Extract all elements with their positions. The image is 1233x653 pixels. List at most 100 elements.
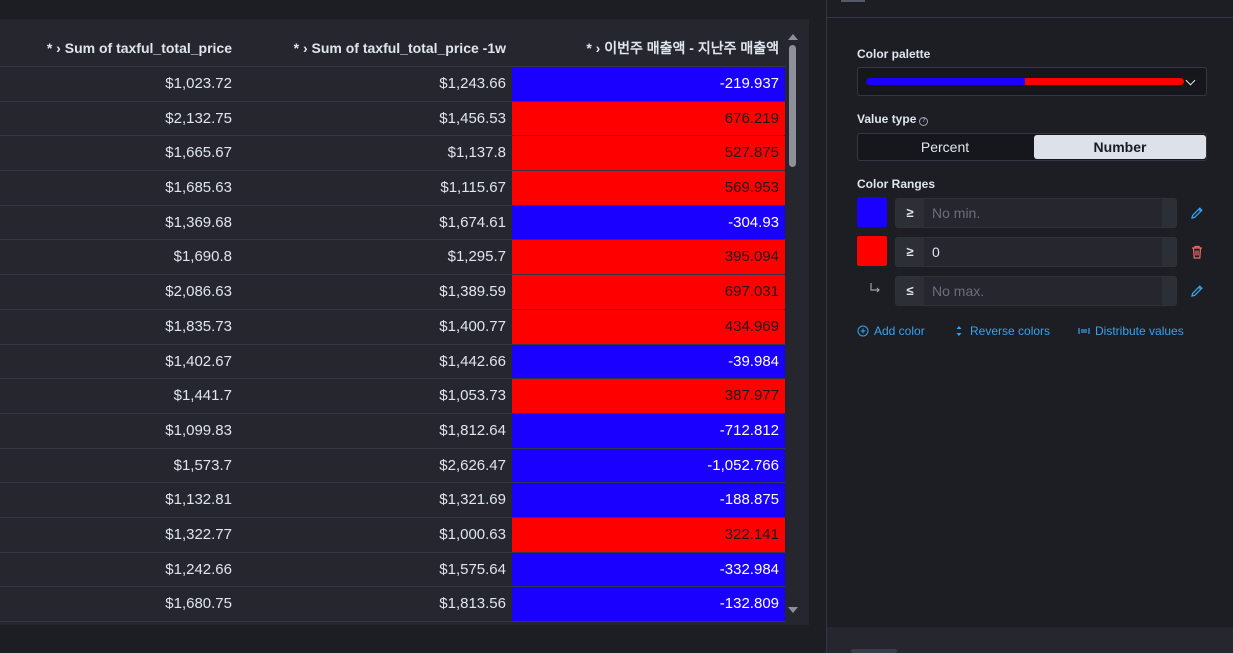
- cell-sum-price-1w: $1,137.8: [447, 144, 506, 162]
- cell-sum-price-1w: $1,115.67: [440, 179, 506, 197]
- table-row: $2,132.75 $1,456.53 676.219: [0, 101, 785, 137]
- cell-sum-price: $1,680.75: [165, 595, 232, 613]
- cell-sum-price-1w: $1,812.64: [439, 421, 506, 439]
- cell-sum-price-1w: $1,442.66: [439, 352, 506, 370]
- cell-sum-price: $1,242.66: [165, 560, 232, 578]
- table-body: $1,023.72 $1,243.66 -219.937 $2,132.75 $1,45…: [0, 67, 785, 622]
- value-type-label: Value type: [857, 112, 917, 126]
- distribute-values-label: Distribute values: [1095, 324, 1184, 338]
- plus-circle-icon: [857, 325, 869, 337]
- cell-sum-price: $1,573.7: [173, 456, 232, 474]
- cell-sum-price: $1,441.7: [173, 387, 232, 405]
- cell-sales-diff: 527.875: [512, 136, 785, 171]
- cell-sales-diff: -219.937: [512, 67, 785, 101]
- range-value-2[interactable]: 0: [932, 238, 940, 266]
- table-header-row: * › Sum of taxful_total_price * › Sum of…: [0, 31, 785, 67]
- range-operator-3: ≤: [896, 277, 924, 305]
- data-table-panel: * › Sum of taxful_total_price * › Sum of…: [0, 19, 809, 625]
- table-row: $1,835.73 $1,400.77 434.969: [0, 309, 785, 345]
- cell-sum-price: $2,132.75: [165, 109, 232, 127]
- scroll-thumb[interactable]: [789, 45, 796, 167]
- range-value-3[interactable]: No max.: [932, 277, 984, 305]
- cell-sum-price: $1,690.8: [173, 248, 232, 266]
- pencil-icon[interactable]: [1189, 205, 1205, 221]
- table-row: $1,680.75 $1,813.56 -132.809: [0, 587, 785, 622]
- scroll-up-arrow-icon[interactable]: [788, 34, 798, 40]
- cell-sum-price: $2,086.63: [165, 283, 232, 301]
- sort-arrows-icon: [956, 326, 962, 336]
- cell-sales-diff: -188.875: [512, 483, 785, 517]
- color-settings-panel: Color palette Value type? Percent Number…: [826, 0, 1233, 653]
- cell-sum-price-1w: $1,456.53: [439, 109, 506, 127]
- reverse-colors-label: Reverse colors: [970, 324, 1051, 338]
- table-row: $1,132.81 $1,321.69 -188.875: [0, 483, 785, 518]
- add-color-button[interactable]: Add color: [857, 324, 925, 338]
- cell-sum-price: $1,835.73: [165, 317, 232, 335]
- value-type-label-wrap: Value type?: [857, 112, 929, 126]
- cell-sum-price-1w: $1,400.77: [439, 317, 506, 335]
- cell-sales-diff: 434.969: [512, 309, 785, 344]
- table-row: $1,402.67 $1,442.66 -39.984: [0, 344, 785, 380]
- cell-sum-price: $1,685.63: [165, 179, 232, 197]
- cell-sum-price-1w: $1,295.7: [447, 248, 506, 266]
- table-row: $1,369.68 $1,674.61 -304.93: [0, 205, 785, 241]
- cell-sales-diff: -1,052.766: [512, 448, 785, 483]
- cell-sum-price: $1,132.81: [165, 491, 232, 509]
- range-min-input-1[interactable]: ≥ No min.: [895, 198, 1177, 228]
- reverse-colors-button[interactable]: Reverse colors: [953, 324, 1050, 338]
- scroll-down-arrow-icon[interactable]: [788, 607, 798, 613]
- cell-sum-price: $1,023.72: [165, 75, 232, 92]
- range-operator-1: ≥: [896, 199, 924, 227]
- range-max-input[interactable]: ≤ No max.: [895, 276, 1177, 306]
- trash-icon[interactable]: [1189, 244, 1205, 260]
- cell-sum-price-1w: $1,321.69: [439, 491, 506, 509]
- range-value-1[interactable]: No min.: [932, 199, 980, 227]
- help-icon[interactable]: ?: [919, 117, 929, 126]
- color-ranges-label: Color Ranges: [857, 177, 936, 191]
- distribute-values-button[interactable]: Distribute values: [1078, 324, 1184, 338]
- panel-bottom-strip: [827, 627, 1233, 653]
- cell-sales-diff: 697.031: [512, 275, 785, 309]
- table-row: $1,685.63 $1,115.67 569.953: [0, 171, 785, 206]
- cell-sum-price-1w: $1,243.66: [439, 75, 506, 92]
- table-row: $1,099.83 $1,812.64 -712.812: [0, 413, 785, 449]
- cell-sales-diff: -332.984: [512, 552, 785, 587]
- table-row: $1,322.77 $1,000.63 322.141: [0, 517, 785, 553]
- cell-sales-diff: 569.953: [512, 171, 785, 205]
- table-row: $1,690.8 $1,295.7 395.094: [0, 240, 785, 276]
- pencil-icon[interactable]: [1189, 283, 1205, 299]
- table-row: $1,242.66 $1,575.64 -332.984: [0, 552, 785, 588]
- range-input-suffix-3: [1162, 277, 1176, 305]
- range-color-swatch-1[interactable]: [857, 197, 887, 227]
- table-row: $1,441.7 $1,053.73 387.977: [0, 379, 785, 414]
- range-min-input-2[interactable]: ≥ 0: [895, 237, 1177, 267]
- cell-sales-diff: -132.809: [512, 587, 785, 621]
- cell-sum-price-1w: $2,626.47: [439, 456, 506, 474]
- value-type-toggle: Percent Number: [857, 133, 1207, 161]
- panel-top-strip: [827, 0, 1233, 18]
- column-header-weekly-sales-diff[interactable]: * › 이번주 매출액 - 지난주 매출액: [512, 31, 785, 66]
- cell-sum-price: $1,402.67: [165, 352, 232, 370]
- column-header-sum-taxful-total-price[interactable]: * › Sum of taxful_total_price: [0, 31, 238, 66]
- cell-sales-diff: -39.984: [512, 344, 785, 379]
- distribute-icon: [1078, 328, 1090, 334]
- value-type-number-button[interactable]: Number: [1034, 135, 1206, 159]
- range-input-suffix-2: [1162, 238, 1176, 266]
- cell-sum-price-1w: $1,674.61: [439, 213, 506, 231]
- chevron-down-icon: [1185, 75, 1196, 86]
- table-row: $1,023.72 $1,243.66 -219.937: [0, 67, 785, 102]
- cell-sales-diff: 322.141: [512, 517, 785, 552]
- cell-sum-price-1w: $1,053.73: [439, 387, 506, 405]
- palette-gradient-bar: [866, 78, 1184, 85]
- cell-sales-diff: -304.93: [512, 205, 785, 240]
- color-palette-select[interactable]: [857, 67, 1207, 96]
- column-header-sum-taxful-total-price-1w[interactable]: * › Sum of taxful_total_price -1w: [238, 31, 512, 66]
- value-type-percent-button[interactable]: Percent: [859, 135, 1031, 159]
- bottom-accordion-stub: [851, 649, 897, 653]
- panel-top-tab: [841, 0, 865, 2]
- range-color-swatch-2[interactable]: [857, 236, 887, 266]
- table-scrollbar[interactable]: [787, 31, 799, 613]
- color-palette-label: Color palette: [857, 47, 931, 61]
- range-input-suffix-1: [1162, 199, 1176, 227]
- table-row: $1,665.67 $1,137.8 527.875: [0, 136, 785, 172]
